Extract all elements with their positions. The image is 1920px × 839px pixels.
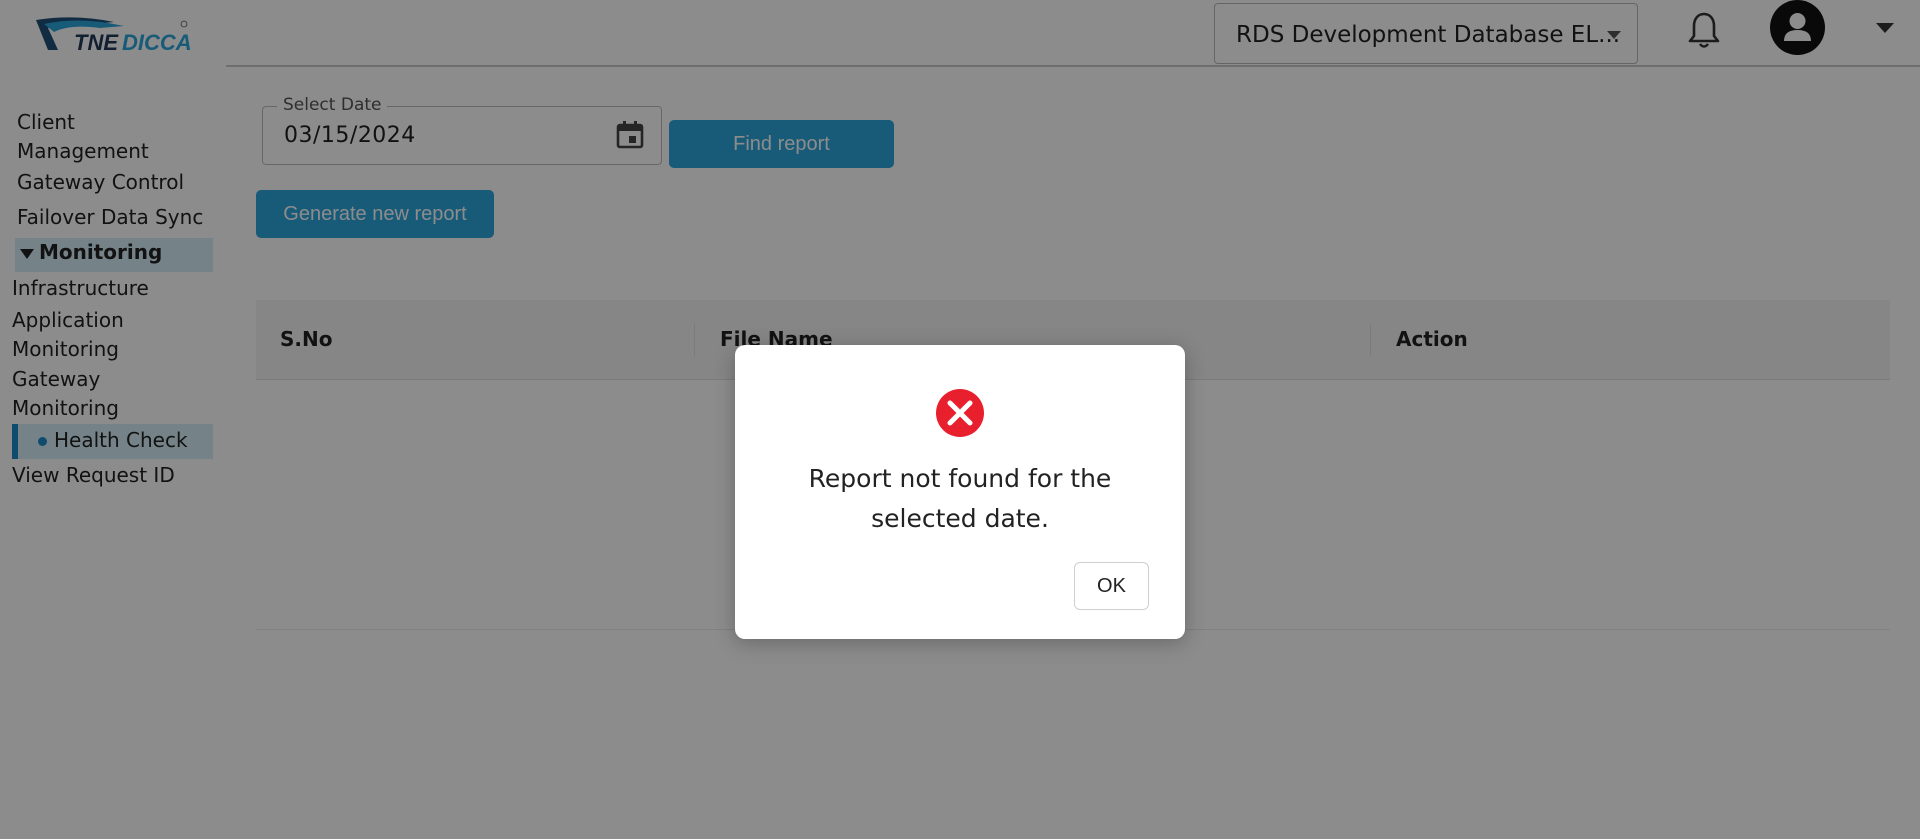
error-dialog: Report not found for the selected date. … <box>735 345 1185 639</box>
dialog-message: Report not found for the selected date. <box>808 464 1112 533</box>
ok-button[interactable]: OK <box>1074 562 1149 610</box>
error-icon <box>936 389 984 437</box>
